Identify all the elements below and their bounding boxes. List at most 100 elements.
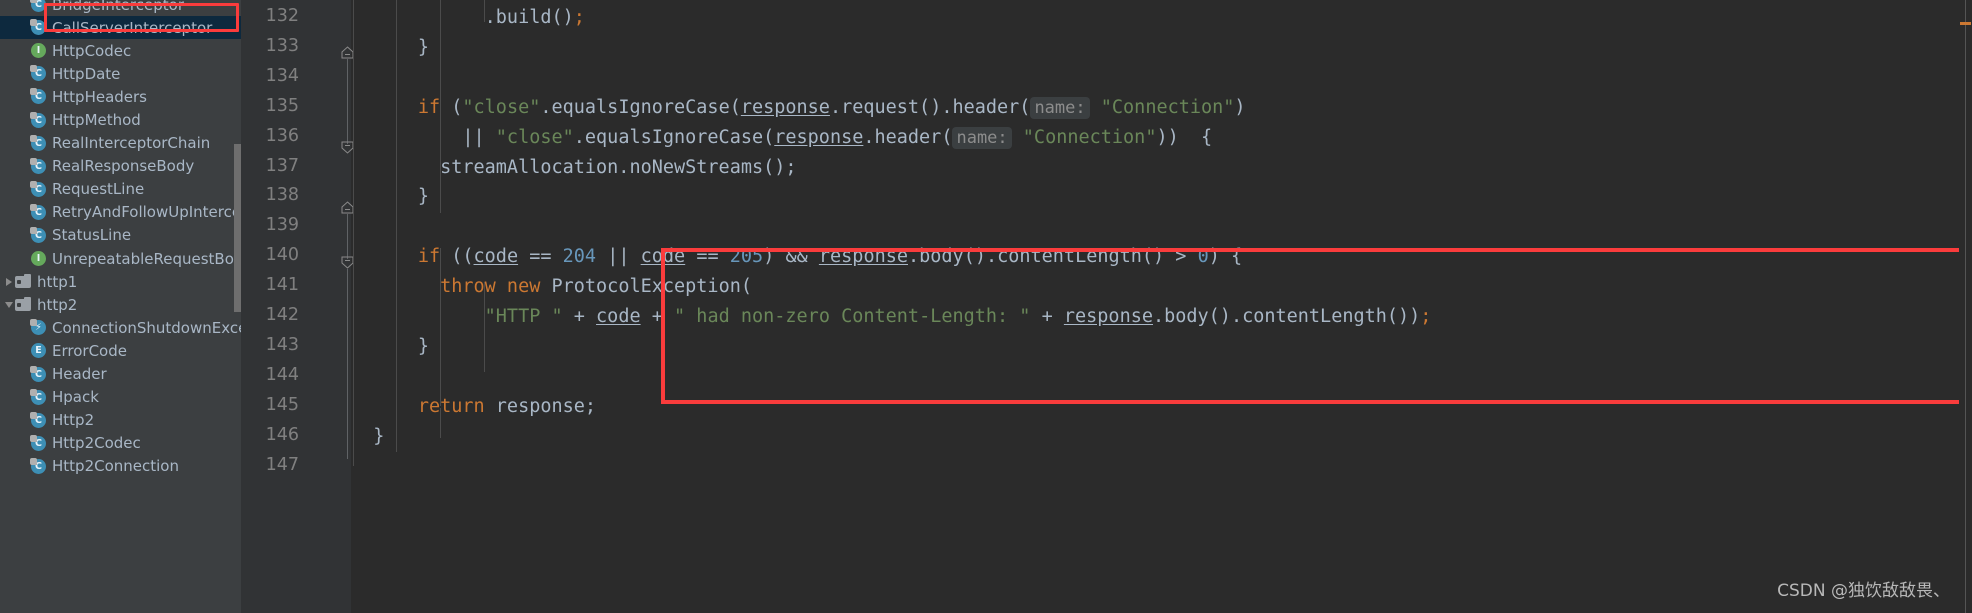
- tree-item-label: Http2Codec: [52, 434, 141, 453]
- tree-item-label: CallServerInterceptor: [52, 18, 213, 37]
- code-token-plain: ||: [596, 246, 641, 268]
- code-text-area[interactable]: .build(); } if ("close".equalsIgnoreCase…: [351, 0, 1972, 613]
- class-icon: C: [30, 88, 47, 105]
- code-line[interactable]: if ("close".equalsIgnoreCase(response.re…: [351, 96, 1246, 119]
- code-token-plain: (: [440, 96, 463, 118]
- code-token-plain: ): [1234, 96, 1246, 118]
- tree-item-httpheaders[interactable]: C HttpHeaders: [0, 85, 241, 108]
- class-icon: C: [30, 158, 47, 175]
- code-token-plain: +: [562, 306, 597, 327]
- editor-gutter[interactable]: 132 133 134 135 136 137 138 139 140 141 142 143 144 1…: [241, 0, 354, 613]
- code-token-num: 204: [562, 246, 597, 268]
- tree-item-bridgeinterceptor[interactable]: C BridgeInterceptor: [0, 0, 241, 16]
- ide-window: C BridgeInterceptor C CallServerInterceptor…: [0, 0, 1972, 613]
- tree-item-label: RealInterceptorChain: [52, 134, 211, 153]
- code-token-num: 205: [729, 246, 764, 268]
- class-icon: C: [30, 0, 47, 13]
- tree-item-httpcodec[interactable]: I HttpCodec: [0, 39, 241, 62]
- tree-item-realresponsebody[interactable]: C RealResponseBody: [0, 155, 241, 178]
- code-line[interactable]: throw new ProtocolException(: [351, 276, 752, 297]
- code-line[interactable]: }: [351, 336, 429, 357]
- code-token-str: "close": [462, 96, 541, 118]
- project-tree-panel[interactable]: C BridgeInterceptor C CallServerInterceptor…: [0, 0, 241, 613]
- line-number: 147: [265, 454, 299, 475]
- code-line[interactable]: "HTTP " + code + " had non-zero Content-…: [351, 306, 1432, 327]
- code-token-plain: .header(: [863, 126, 953, 148]
- class-icon: C: [30, 181, 47, 198]
- tree-item-callserverinterceptor[interactable]: C CallServerInterceptor: [0, 16, 241, 40]
- sidebar-scrollbar-thumb[interactable]: [234, 144, 241, 312]
- line-number: 135: [265, 95, 299, 116]
- code-line[interactable]: }: [351, 37, 429, 58]
- folder-icon: [15, 273, 32, 290]
- class-icon: C: [30, 19, 47, 36]
- tree-item-hpack[interactable]: C Hpack: [0, 386, 241, 409]
- code-line[interactable]: if ((code == 204 || code == 205) && resp…: [351, 246, 1242, 267]
- chevron-right-icon[interactable]: [2, 277, 15, 286]
- code-line[interactable]: streamAllocation.noNewStreams();: [351, 157, 796, 178]
- code-line[interactable]: || "close".equalsIgnoreCase(response.hea…: [351, 126, 1213, 149]
- indent-guide: [440, 248, 441, 406]
- code-token-hint: name:: [1030, 96, 1090, 119]
- code-token-plain: }: [351, 335, 429, 357]
- code-token-str: "close": [495, 126, 574, 148]
- code-token-kw: throw new: [440, 276, 541, 298]
- code-editor[interactable]: 132 133 134 135 136 137 138 139 140 141 142 143 144 1…: [241, 0, 1972, 613]
- tree-item-httpdate[interactable]: C HttpDate: [0, 62, 241, 85]
- tree-item-label: HttpDate: [52, 64, 121, 83]
- tree-item-label: http1: [37, 272, 78, 291]
- line-number: 139: [265, 215, 299, 236]
- code-token-plain: .body().contentLength()): [1152, 306, 1421, 327]
- code-token-plain: response;: [484, 395, 597, 417]
- code-token-plain: .body().contentLength() >: [908, 246, 1198, 268]
- tree-item-realinterceptorchain[interactable]: C RealInterceptorChain: [0, 132, 241, 155]
- tree-item-connectionshutdownexcep[interactable]: ⚡ ConnectionShutdownExcep: [0, 316, 241, 339]
- chevron-down-icon[interactable]: [2, 301, 15, 308]
- tree-item-http2codec[interactable]: C Http2Codec: [0, 432, 241, 455]
- tree-item-httpmethod[interactable]: C HttpMethod: [0, 108, 241, 131]
- line-number: 140: [265, 245, 299, 266]
- tree-item-header[interactable]: C Header: [0, 363, 241, 386]
- tree-item-errorcode[interactable]: E ErrorCode: [0, 339, 241, 362]
- code-token-plain: .build(): [351, 7, 574, 28]
- editor-scroll-rail[interactable]: [1959, 0, 1972, 613]
- tree-item-label: Header: [52, 365, 107, 384]
- code-token-plain: ||: [351, 126, 496, 148]
- code-token-param-u: response: [774, 126, 864, 148]
- tree-item-http2connection[interactable]: C Http2Connection: [0, 455, 241, 478]
- project-tree[interactable]: C BridgeInterceptor C CallServerInterceptor…: [0, 0, 241, 478]
- tree-item-statusline[interactable]: C StatusLine: [0, 224, 241, 247]
- code-token-plain: }: [351, 36, 429, 58]
- class-icon: C: [30, 204, 47, 221]
- code-token-kw: ;: [1420, 306, 1432, 327]
- tree-item-requestline[interactable]: C RequestLine: [0, 178, 241, 201]
- code-token-plain: }: [351, 186, 429, 208]
- code-token-plain: ((: [440, 246, 474, 268]
- line-number: 137: [265, 155, 299, 176]
- code-line[interactable]: }: [351, 186, 429, 207]
- code-line[interactable]: return response;: [351, 396, 596, 417]
- tree-item-http2[interactable]: C Http2: [0, 409, 241, 432]
- tree-item-unrepeatablerequestbody[interactable]: I UnrepeatableRequestBody: [0, 247, 241, 270]
- tree-item-label: UnrepeatableRequestBody: [52, 249, 241, 268]
- rail-marker[interactable]: [1960, 22, 1971, 25]
- code-token-num: 0: [1197, 246, 1209, 268]
- line-number: 144: [265, 364, 299, 385]
- code-token-plain: .equalsIgnoreCase(: [573, 126, 775, 148]
- code-line[interactable]: .build();: [351, 7, 585, 28]
- tree-item-http2[interactable]: http2: [0, 293, 241, 316]
- enum-icon: E: [30, 342, 47, 359]
- code-token-param-u: response: [1063, 306, 1153, 327]
- code-token-kw: ;: [573, 7, 585, 28]
- fold-region-line: [347, 214, 348, 259]
- code-line[interactable]: }: [351, 426, 384, 447]
- code-token-str: "Connection": [1100, 96, 1235, 118]
- watermark-text: CSDN @独饮敌敌畏、: [1777, 581, 1950, 601]
- code-token-plain: ==: [685, 246, 730, 268]
- tree-item-retryandfollowupintercep[interactable]: C RetryAndFollowUpIntercep: [0, 201, 241, 224]
- fold-region-line: [347, 59, 348, 144]
- code-token-plain: )) {: [1156, 126, 1213, 148]
- tree-item-http1[interactable]: http1: [0, 270, 241, 293]
